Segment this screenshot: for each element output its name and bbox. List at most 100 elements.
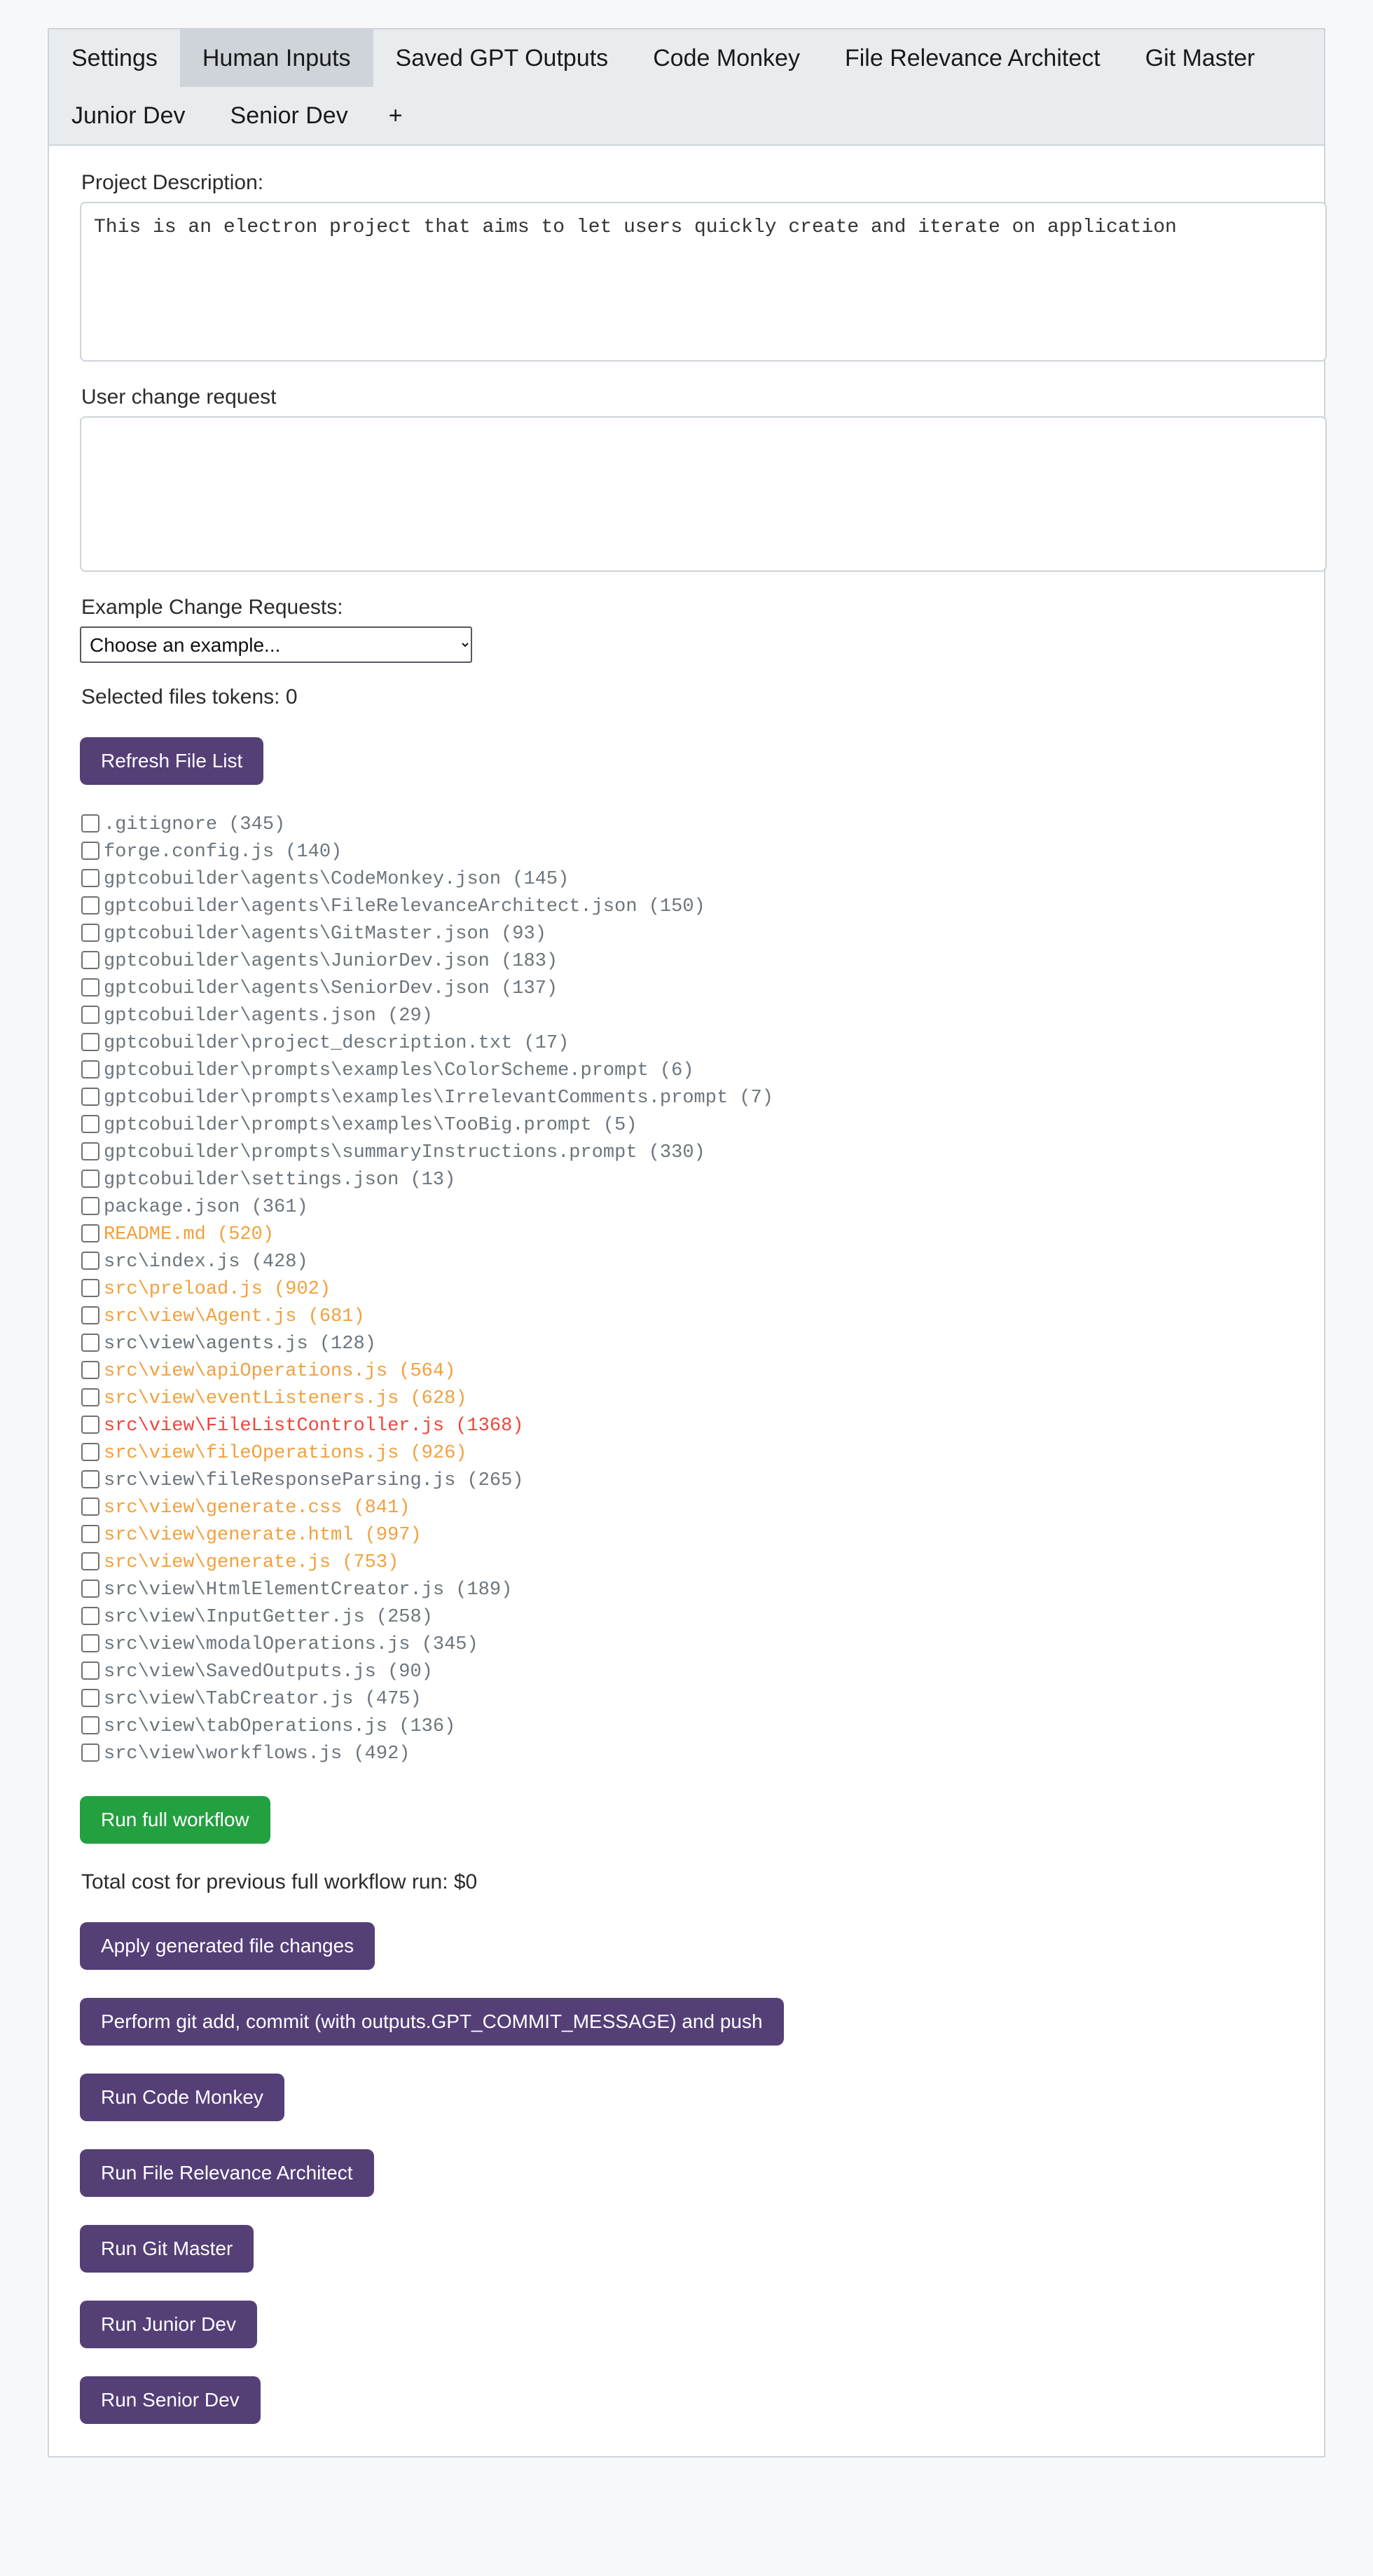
file-list-item[interactable]: src\view\SavedOutputs.js (90) bbox=[80, 1659, 1293, 1686]
file-checkbox[interactable] bbox=[81, 841, 99, 860]
run-file-relevance-architect-button[interactable]: Run File Relevance Architect bbox=[80, 2149, 374, 2197]
run-git-master-button[interactable]: Run Git Master bbox=[80, 2225, 254, 2273]
file-list-item[interactable]: gptcobuilder\prompts\examples\TooBig.pro… bbox=[80, 1112, 1293, 1139]
file-label: src\view\SavedOutputs.js (90) bbox=[104, 1662, 433, 1683]
file-list-item[interactable]: gptcobuilder\settings.json (13) bbox=[80, 1167, 1293, 1194]
file-list-item[interactable]: gptcobuilder\prompts\examples\Irrelevant… bbox=[80, 1085, 1293, 1112]
file-list-item[interactable]: .gitignore (345) bbox=[80, 811, 1293, 839]
add-tab-button[interactable]: + bbox=[371, 87, 421, 144]
file-label: gptcobuilder\agents\CodeMonkey.json (145… bbox=[104, 869, 570, 890]
file-list-item[interactable]: src\view\fileResponseParsing.js (265) bbox=[80, 1467, 1293, 1495]
file-checkbox[interactable] bbox=[81, 814, 99, 833]
file-checkbox[interactable] bbox=[81, 923, 99, 942]
file-checkbox[interactable] bbox=[81, 1606, 99, 1625]
tab-human-inputs[interactable]: Human Inputs bbox=[179, 29, 373, 87]
file-list-item[interactable]: src\view\tabOperations.js (136) bbox=[80, 1713, 1293, 1741]
git-add-commit-push-button[interactable]: Perform git add, commit (with outputs.GP… bbox=[80, 1998, 784, 2046]
file-list-item[interactable]: src\view\apiOperations.js (564) bbox=[80, 1358, 1293, 1385]
file-list-item[interactable]: src\view\HtmlElementCreator.js (189) bbox=[80, 1577, 1293, 1604]
file-list-item[interactable]: forge.config.js (140) bbox=[80, 839, 1293, 866]
file-checkbox[interactable] bbox=[81, 1224, 99, 1242]
file-label: src\view\tabOperations.js (136) bbox=[104, 1716, 456, 1737]
file-list-item[interactable]: src\view\modalOperations.js (345) bbox=[80, 1631, 1293, 1659]
run-code-monkey-button[interactable]: Run Code Monkey bbox=[80, 2074, 284, 2121]
tab-saved-gpt-outputs[interactable]: Saved GPT Outputs bbox=[373, 29, 631, 87]
apply-generated-file-changes-button[interactable]: Apply generated file changes bbox=[80, 1922, 375, 1970]
tab-code-monkey[interactable]: Code Monkey bbox=[630, 29, 822, 87]
file-checkbox[interactable] bbox=[81, 1169, 99, 1188]
file-label: src\view\agents.js (128) bbox=[104, 1334, 376, 1355]
file-checkbox[interactable] bbox=[81, 1087, 99, 1106]
file-list-item[interactable]: package.json (361) bbox=[80, 1194, 1293, 1221]
file-checkbox[interactable] bbox=[81, 1661, 99, 1680]
file-checkbox[interactable] bbox=[81, 1032, 99, 1051]
file-list-item[interactable]: src\view\TabCreator.js (475) bbox=[80, 1686, 1293, 1713]
file-checkbox[interactable] bbox=[81, 1688, 99, 1707]
file-checkbox[interactable] bbox=[81, 1306, 99, 1324]
file-list-item[interactable]: src\view\fileOperations.js (926) bbox=[80, 1440, 1293, 1467]
file-checkbox[interactable] bbox=[81, 1114, 99, 1133]
file-list-item[interactable]: gptcobuilder\project_description.txt (17… bbox=[80, 1030, 1293, 1057]
file-checkbox[interactable] bbox=[81, 896, 99, 914]
tab-senior-dev[interactable]: Senior Dev bbox=[208, 87, 371, 144]
file-label: forge.config.js (140) bbox=[104, 842, 343, 863]
file-list-item[interactable]: src\view\generate.css (841) bbox=[80, 1495, 1293, 1522]
file-checkbox[interactable] bbox=[81, 1524, 99, 1543]
file-list-item[interactable]: gptcobuilder\agents\SeniorDev.json (137) bbox=[80, 975, 1293, 1003]
file-list-item[interactable]: src\index.js (428) bbox=[80, 1249, 1293, 1276]
file-list-item[interactable]: src\view\generate.html (997) bbox=[80, 1522, 1293, 1549]
tab-junior-dev[interactable]: Junior Dev bbox=[49, 87, 208, 144]
file-list-item[interactable]: src\view\workflows.js (492) bbox=[80, 1741, 1293, 1768]
file-list-item[interactable]: gptcobuilder\agents\GitMaster.json (93) bbox=[80, 921, 1293, 948]
file-checkbox[interactable] bbox=[81, 1579, 99, 1598]
file-checkbox[interactable] bbox=[81, 1497, 99, 1516]
file-checkbox[interactable] bbox=[81, 1388, 99, 1406]
file-label: gptcobuilder\settings.json (13) bbox=[104, 1170, 456, 1191]
file-label: src\view\generate.js (753) bbox=[104, 1552, 399, 1573]
file-list-item[interactable]: src\view\Agent.js (681) bbox=[80, 1303, 1293, 1331]
file-label: src\view\workflows.js (492) bbox=[104, 1743, 410, 1765]
file-checkbox[interactable] bbox=[81, 1469, 99, 1488]
file-list-item[interactable]: src\view\FileListController.js (1368) bbox=[80, 1413, 1293, 1440]
tab-file-relevance-architect[interactable]: File Relevance Architect bbox=[822, 29, 1123, 87]
file-label: src\view\FileListController.js (1368) bbox=[104, 1416, 524, 1437]
file-list-item[interactable]: gptcobuilder\agents\FileRelevanceArchite… bbox=[80, 893, 1293, 921]
file-checkbox[interactable] bbox=[81, 1251, 99, 1270]
file-checkbox[interactable] bbox=[81, 1360, 99, 1379]
file-list-item[interactable]: gptcobuilder\agents\JuniorDev.json (183) bbox=[80, 948, 1293, 975]
file-list-item[interactable]: gptcobuilder\prompts\summaryInstructions… bbox=[80, 1139, 1293, 1167]
run-junior-dev-button[interactable]: Run Junior Dev bbox=[80, 2301, 257, 2348]
file-checkbox[interactable] bbox=[81, 1142, 99, 1160]
file-checkbox[interactable] bbox=[81, 950, 99, 969]
file-checkbox[interactable] bbox=[81, 1333, 99, 1352]
file-list-item[interactable]: gptcobuilder\agents.json (29) bbox=[80, 1003, 1293, 1030]
tab-settings[interactable]: Settings bbox=[49, 29, 180, 87]
file-list-item[interactable]: README.md (520) bbox=[80, 1221, 1293, 1249]
project-description-input[interactable] bbox=[80, 202, 1327, 362]
refresh-file-list-button[interactable]: Refresh File List bbox=[80, 737, 264, 785]
file-list-item[interactable]: src\view\generate.js (753) bbox=[80, 1549, 1293, 1577]
file-list-item[interactable]: gptcobuilder\agents\CodeMonkey.json (145… bbox=[80, 866, 1293, 893]
file-checkbox[interactable] bbox=[81, 1715, 99, 1734]
file-checkbox[interactable] bbox=[81, 1196, 99, 1215]
file-checkbox[interactable] bbox=[81, 1415, 99, 1434]
file-list-item[interactable]: src\view\eventListeners.js (628) bbox=[80, 1385, 1293, 1413]
file-checkbox[interactable] bbox=[81, 978, 99, 996]
file-checkbox[interactable] bbox=[81, 868, 99, 887]
file-checkbox[interactable] bbox=[81, 1551, 99, 1570]
file-checkbox[interactable] bbox=[81, 1060, 99, 1078]
file-list-item[interactable]: src\view\agents.js (128) bbox=[80, 1331, 1293, 1358]
file-list-item[interactable]: src\preload.js (902) bbox=[80, 1276, 1293, 1303]
tab-git-master[interactable]: Git Master bbox=[1123, 29, 1278, 87]
file-checkbox[interactable] bbox=[81, 1005, 99, 1024]
run-senior-dev-button[interactable]: Run Senior Dev bbox=[80, 2376, 261, 2424]
file-list-item[interactable]: gptcobuilder\prompts\examples\ColorSchem… bbox=[80, 1057, 1293, 1085]
example-change-requests-select[interactable]: Choose an example... bbox=[80, 626, 472, 663]
run-full-workflow-button[interactable]: Run full workflow bbox=[80, 1796, 270, 1844]
file-checkbox[interactable] bbox=[81, 1743, 99, 1762]
file-checkbox[interactable] bbox=[81, 1633, 99, 1652]
user-change-request-input[interactable] bbox=[80, 416, 1327, 572]
file-checkbox[interactable] bbox=[81, 1442, 99, 1461]
file-checkbox[interactable] bbox=[81, 1278, 99, 1297]
file-list-item[interactable]: src\view\InputGetter.js (258) bbox=[80, 1604, 1293, 1631]
